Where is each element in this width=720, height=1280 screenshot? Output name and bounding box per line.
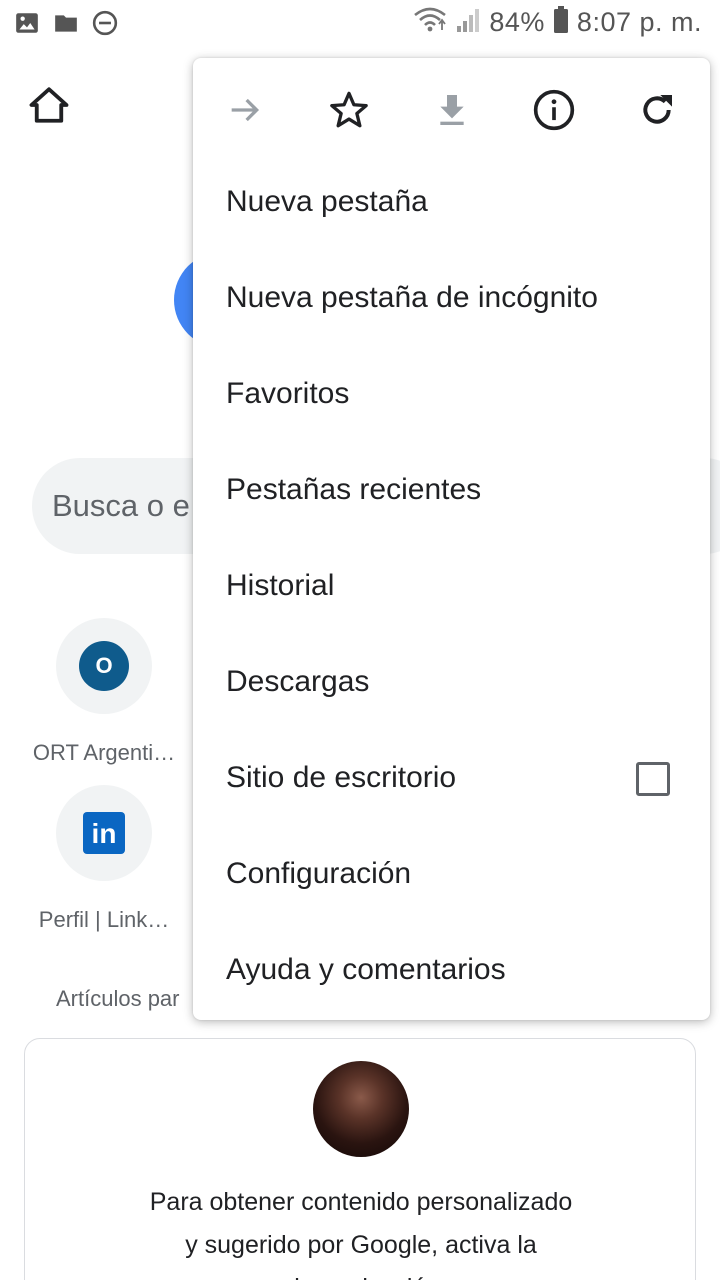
bookmark-star-icon [330, 91, 368, 128]
menu-item-label: Sitio de escritorio [226, 761, 457, 794]
menu-item-label: Configuración [226, 857, 412, 890]
menu-item-label: Nueva pestaña [226, 185, 428, 218]
menu-item-label: Favoritos [226, 377, 350, 410]
menu-item-label: Historial [226, 569, 335, 602]
overflow-menu: Nueva pestaña Nueva pestaña de incógnito… [193, 58, 710, 1020]
desktop-site-checkbox[interactable] [636, 762, 670, 796]
menu-toolbar [193, 58, 710, 158]
home-button[interactable] [28, 84, 70, 126]
forward-icon [231, 98, 260, 122]
status-time: 8:07 p. m. [576, 7, 702, 37]
menu-item-bookmarks[interactable]: Favoritos [193, 348, 710, 444]
shortcut-label: Perfil | Link… [38, 907, 170, 932]
menu-item-desktop-site[interactable]: Sitio de escritorio [193, 732, 710, 828]
folder-icon [52, 10, 80, 41]
reload-button[interactable] [631, 84, 683, 136]
sync-promo-card: Para obtener contenido personalizado y s… [24, 1038, 696, 1280]
avatar [313, 1061, 409, 1157]
battery-percent: 84% [489, 7, 545, 37]
status-bar: 84% 8:07 p. m. [0, 0, 720, 50]
reload-icon [643, 95, 672, 124]
sync-promo-text: Para obtener contenido personalizado y s… [25, 1181, 697, 1280]
download-icon [440, 95, 464, 125]
battery-icon [553, 6, 569, 39]
bookmark-button[interactable] [323, 84, 375, 136]
forward-button[interactable] [219, 84, 271, 136]
shortcut-tile-linkedin[interactable]: in Perfil | Link… [24, 785, 184, 933]
sync-promo-line: sincronización [25, 1267, 697, 1280]
menu-item-history[interactable]: Historial [193, 540, 710, 636]
wifi-icon [413, 6, 447, 39]
sync-promo-line: y sugerido por Google, activa la [185, 1231, 537, 1259]
ort-site-icon: O [79, 641, 129, 691]
do-not-disturb-icon [92, 10, 118, 41]
shortcut-circle: O [56, 618, 152, 714]
menu-item-help-feedback[interactable]: Ayuda y comentarios [193, 924, 710, 1020]
articles-heading: Artículos par [56, 986, 180, 1011]
menu-item-label: Pestañas recientes [226, 473, 482, 506]
menu-item-new-tab[interactable]: Nueva pestaña [193, 156, 710, 252]
linkedin-icon: in [83, 812, 125, 854]
menu-item-settings[interactable]: Configuración [193, 828, 710, 924]
page-info-button[interactable] [528, 84, 580, 136]
signal-icon [455, 6, 481, 39]
menu-item-downloads[interactable]: Descargas [193, 636, 710, 732]
page-info-icon [533, 89, 575, 131]
search-placeholder: Busca o e [52, 488, 190, 523]
home-icon [29, 87, 69, 123]
menu-item-recent-tabs[interactable]: Pestañas recientes [193, 444, 710, 540]
download-button[interactable] [426, 84, 478, 136]
menu-item-label: Nueva pestaña de incógnito [226, 281, 598, 314]
shortcut-tile-ort[interactable]: O ORT Argenti… [24, 618, 184, 766]
menu-item-label: Ayuda y comentarios [226, 953, 506, 986]
image-icon [14, 10, 40, 41]
menu-item-label: Descargas [226, 665, 370, 698]
sync-promo-line: Para obtener contenido personalizado [149, 1188, 573, 1216]
menu-item-new-incognito-tab[interactable]: Nueva pestaña de incógnito [193, 252, 710, 348]
shortcut-circle: in [56, 785, 152, 881]
shortcut-label: ORT Argenti… [32, 740, 176, 765]
